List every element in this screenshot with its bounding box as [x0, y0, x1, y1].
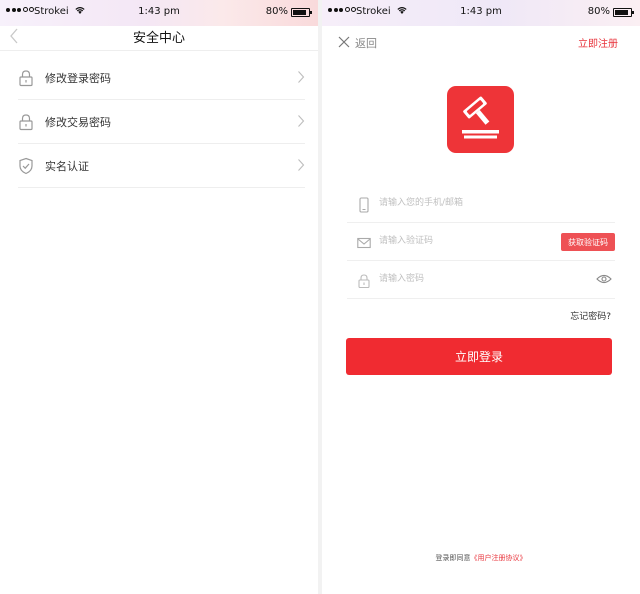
get-code-button[interactable]: 获取验证码 — [561, 233, 615, 251]
eye-icon[interactable] — [596, 273, 612, 285]
menu-item-change-trade-password[interactable]: 修改交易密码 — [18, 100, 305, 144]
status-bar: Strokei 1:43 pm 80% — [322, 0, 640, 26]
nav-bar: 返回 立即注册 — [322, 30, 640, 56]
lock-icon — [19, 114, 33, 131]
nav-bar: 安全中心 — [0, 24, 318, 51]
menu-item-label: 修改交易密码 — [45, 116, 111, 129]
password-field — [347, 261, 615, 299]
account-input[interactable] — [379, 194, 549, 212]
auction-gavel-icon — [462, 96, 499, 139]
security-menu: 修改登录密码 修改交易密码 实名认证 — [18, 56, 305, 188]
battery-icon — [291, 8, 312, 17]
lock-icon — [358, 274, 370, 289]
forgot-password-link[interactable]: 忘记密码? — [570, 309, 611, 322]
back-link[interactable]: 返回 — [355, 35, 377, 51]
page-title: 安全中心 — [132, 31, 185, 46]
login-button[interactable]: 立即登录 — [346, 338, 612, 375]
battery-percent: 80% — [265, 6, 288, 17]
battery-percent: 80% — [587, 6, 610, 17]
password-input[interactable] — [379, 270, 549, 288]
chevron-right-icon — [298, 115, 305, 127]
verification-code-field: 获取验证码 — [347, 223, 615, 261]
menu-item-real-name-verification[interactable]: 实名认证 — [18, 144, 305, 188]
close-icon[interactable] — [338, 36, 350, 48]
register-link[interactable]: 立即注册 — [578, 35, 618, 50]
account-field — [347, 185, 615, 223]
verification-code-input[interactable] — [379, 232, 549, 250]
chevron-right-icon — [298, 71, 305, 83]
shield-check-icon — [19, 157, 33, 175]
user-agreement-link[interactable]: 《用户注册协议》 — [471, 554, 527, 562]
security-center-screen: Strokei 1:43 pm 80% 安全中心 修改登录密码 修改交易密码 实… — [0, 0, 318, 594]
app-logo — [447, 86, 514, 153]
login-screen: Strokei 1:43 pm 80% 返回 立即注册 请输入您的手机/邮箱 请… — [322, 0, 640, 594]
chevron-right-icon — [298, 159, 305, 171]
agreement-text: 登录即同意《用户注册协议》 — [322, 553, 640, 563]
menu-item-change-login-password[interactable]: 修改登录密码 — [18, 56, 305, 100]
battery-icon — [613, 8, 634, 17]
status-bar: Strokei 1:43 pm 80% — [0, 0, 318, 26]
menu-item-label: 实名认证 — [45, 160, 89, 173]
menu-item-label: 修改登录密码 — [45, 72, 111, 85]
lock-icon — [19, 70, 33, 87]
agreement-prefix: 登录即同意 — [435, 554, 471, 562]
mail-icon — [357, 237, 371, 249]
phone-icon — [359, 197, 369, 213]
